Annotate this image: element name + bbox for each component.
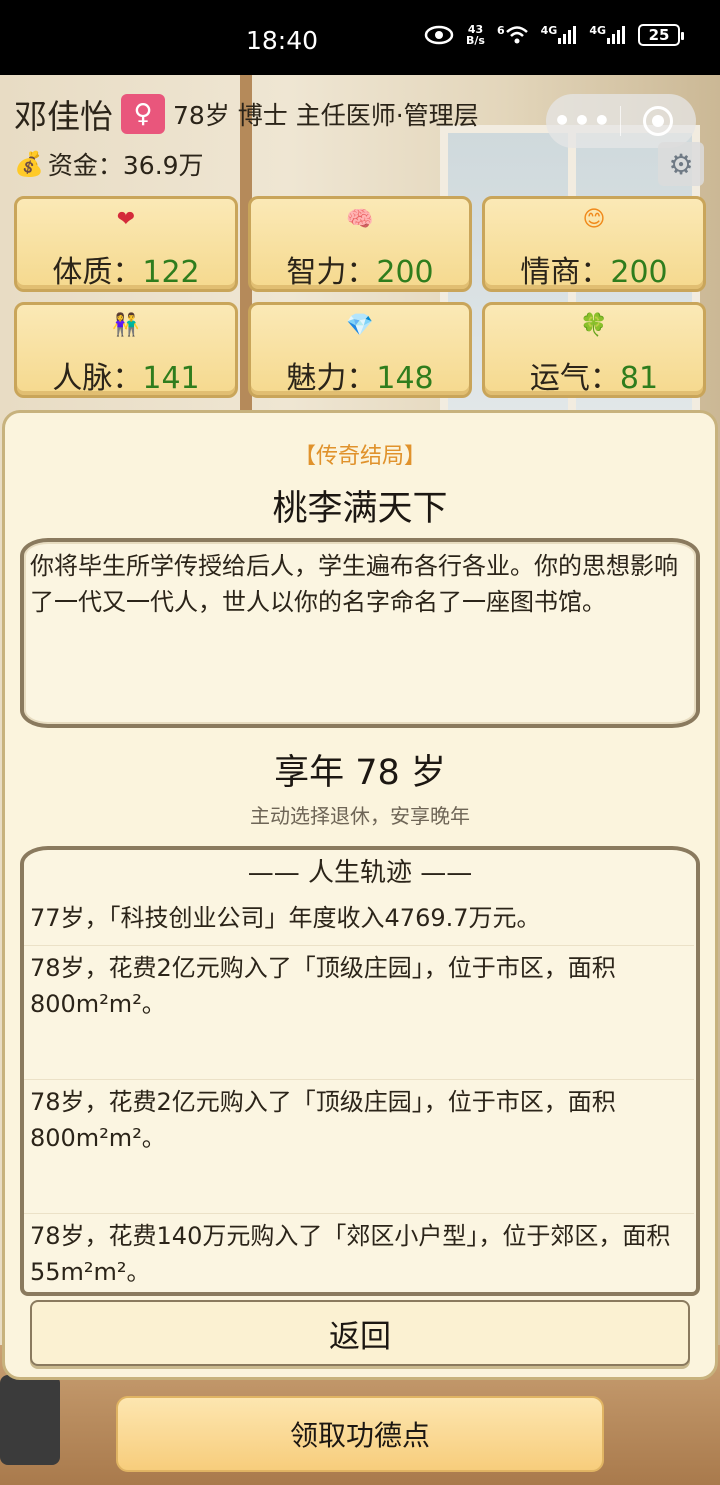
claim-merit-button[interactable]: 领取功德点 bbox=[116, 1396, 604, 1472]
ending-title: 桃李满天下 bbox=[272, 489, 448, 529]
status-bar: 18:40 43 B/s 6 4G 4G 25 bbox=[0, 0, 720, 75]
stat-label: 体质： bbox=[52, 255, 143, 290]
life-track-list[interactable]: 77岁，「科技创业公司」年度收入4769.7万元。 78岁，花费2亿元购入了「顶… bbox=[24, 896, 694, 1290]
signal-icon-1: 4G bbox=[541, 25, 578, 45]
net-speed: 43 B/s bbox=[466, 23, 485, 47]
smile-icon: 😊 bbox=[582, 207, 606, 232]
brain-icon: 🧠 bbox=[346, 207, 374, 232]
list-item: 78岁，花费140万元购入了「郊区小户型」，位于郊区，面积55m²m²。 bbox=[24, 1214, 694, 1290]
stat-value: 81 bbox=[619, 361, 659, 396]
stat-card: 👫 人脉：141 bbox=[14, 302, 238, 398]
clover-icon: 🍀 bbox=[580, 313, 608, 338]
stat-card: 💎 魅力：148 bbox=[248, 302, 472, 398]
wifi-icon: 6 bbox=[497, 25, 529, 45]
close-miniprogram-icon[interactable] bbox=[621, 106, 695, 136]
stat-value: 141 bbox=[142, 361, 200, 396]
battery-icon: 25 bbox=[638, 24, 684, 46]
list-item: 77岁，「科技创业公司」年度收入4769.7万元。 bbox=[24, 896, 694, 946]
status-icons: 43 B/s 6 4G 4G 25 bbox=[424, 23, 684, 47]
life-track-title: —— 人生轨迹 —— bbox=[247, 858, 473, 888]
signal-icon-2: 4G bbox=[589, 25, 626, 45]
money-bag-icon: 💰 bbox=[14, 150, 44, 178]
stat-card: 🍀 运气：81 bbox=[482, 302, 706, 398]
stat-value: 200 bbox=[376, 255, 434, 290]
eye-icon bbox=[424, 25, 454, 45]
ending-tag: 【传奇结局】 bbox=[293, 444, 426, 469]
stat-value: 200 bbox=[610, 255, 668, 290]
diamond-icon: 💎 bbox=[346, 313, 374, 338]
back-button[interactable]: 返回 bbox=[30, 1300, 690, 1366]
stat-value: 148 bbox=[376, 361, 434, 396]
miniprogram-capsule: ••• bbox=[546, 94, 696, 148]
people-icon: 👫 bbox=[112, 313, 140, 338]
stat-label: 魅力： bbox=[286, 361, 377, 396]
stat-label: 人脉： bbox=[52, 361, 143, 396]
stove bbox=[0, 1375, 60, 1465]
money-value: 资金：36.9万 bbox=[47, 151, 204, 180]
gear-icon[interactable]: ⚙ bbox=[658, 142, 704, 186]
stat-value: 122 bbox=[142, 255, 200, 290]
heart-icon: ❤ bbox=[116, 207, 136, 232]
stat-label: 智力： bbox=[286, 255, 377, 290]
more-menu-icon[interactable]: ••• bbox=[546, 107, 620, 135]
age-at-death: 享年 78 岁 bbox=[274, 753, 446, 793]
money-row: 💰 资金：36.9万 bbox=[14, 146, 204, 182]
female-icon: ♀ bbox=[121, 94, 165, 134]
stat-label: 运气： bbox=[529, 361, 620, 396]
list-item: 78岁，花费2亿元购入了「顶级庄园」，位于市区，面积800m²m²。 bbox=[24, 1080, 694, 1214]
stat-card: 😊 情商：200 bbox=[482, 196, 706, 292]
ending-description: 你将毕生所学传授给后人，学生遍布各行各业。你的思想影响了一代又一代人，世人以你的… bbox=[30, 552, 678, 616]
stat-card: 🧠 智力：200 bbox=[248, 196, 472, 292]
player-profile: 78岁 博士 主任医师·管理层 bbox=[173, 101, 479, 130]
clock: 18:40 bbox=[246, 26, 319, 55]
player-header: 邓佳怡 ♀ 78岁 博士 主任医师·管理层 bbox=[14, 90, 479, 138]
ending-reason: 主动选择退休，安享晚年 bbox=[250, 804, 470, 828]
stat-card: ❤ 体质：122 bbox=[14, 196, 238, 292]
stat-label: 情商： bbox=[520, 255, 611, 290]
player-name: 邓佳怡 bbox=[14, 97, 113, 136]
list-item: 78岁，花费2亿元购入了「顶级庄园」，位于市区，面积800m²m²。 bbox=[24, 946, 694, 1080]
